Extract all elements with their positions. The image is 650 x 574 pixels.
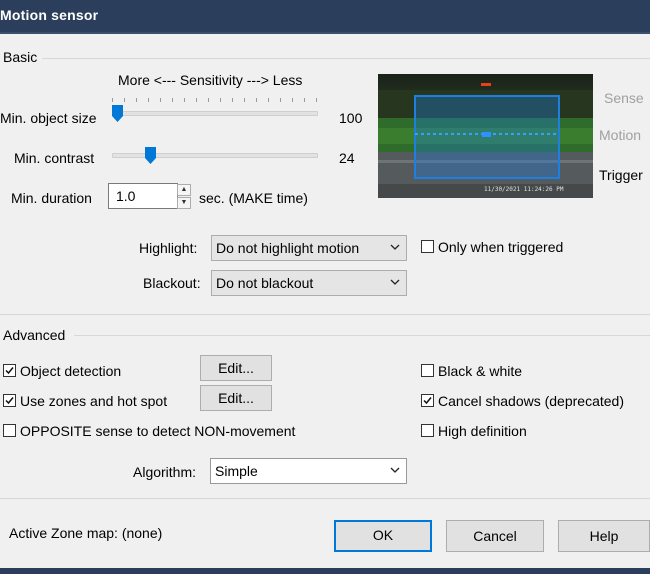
slider-thumb[interactable] [145, 147, 156, 164]
title-bar-border [0, 32, 650, 34]
basic-group-label: Basic [3, 49, 38, 65]
highlight-label: Highlight: [139, 240, 198, 256]
min-contrast-label: Min. contrast [14, 150, 95, 166]
slider-ticks [112, 98, 318, 102]
only-when-triggered-checkbox[interactable] [421, 240, 434, 253]
black-white-label: Black & white [438, 363, 523, 379]
advanced-group-label: Advanced [3, 327, 66, 343]
spin-up-button[interactable]: ▲ [177, 184, 191, 196]
use-zones-label: Use zones and hot spot [20, 393, 168, 409]
motion-indicator: Motion [599, 127, 642, 143]
blackout-value: Do not blackout [216, 275, 314, 291]
min-object-size-value: 100 [339, 110, 363, 126]
blackout-label: Blackout: [143, 275, 201, 291]
only-when-triggered-label: Only when triggered [438, 239, 564, 255]
use-zones-checkbox[interactable] [3, 394, 16, 407]
highlight-value: Do not highlight motion [216, 240, 360, 256]
cancel-shadows-label: Cancel shadows (deprecated) [438, 393, 624, 409]
min-duration-units: sec. (MAKE time) [199, 190, 308, 206]
high-definition-label: High definition [438, 423, 527, 439]
min-object-size-label: Min. object size [0, 110, 97, 126]
check-icon [5, 367, 14, 375]
min-contrast-value: 24 [339, 150, 355, 166]
chevron-down-icon [390, 279, 400, 285]
chevron-down-icon [390, 244, 400, 250]
sense-indicator: Sense [604, 90, 644, 106]
slider-thumb[interactable] [112, 105, 123, 122]
object-detection-label: Object detection [20, 363, 122, 379]
cancel-shadows-checkbox[interactable] [421, 394, 434, 407]
cancel-button[interactable]: Cancel [446, 520, 544, 552]
section-divider [0, 314, 650, 315]
min-duration-input[interactable]: 1.0 [108, 183, 178, 209]
active-zone-map-text: Active Zone map: (none) [9, 525, 163, 541]
algorithm-value: Simple [215, 463, 258, 479]
advanced-group-divider [74, 335, 650, 336]
window-title: Motion sensor [0, 7, 99, 23]
title-bar[interactable]: Motion sensor [0, 0, 650, 32]
min-duration-value: 1.0 [116, 188, 136, 204]
chevron-down-icon [390, 467, 400, 473]
use-zones-edit-button[interactable]: Edit... [200, 385, 272, 411]
highlight-select[interactable]: Do not highlight motion [211, 235, 407, 261]
object-detection-checkbox[interactable] [3, 364, 16, 377]
black-white-checkbox[interactable] [421, 364, 434, 377]
trigger-indicator: Trigger [599, 167, 643, 183]
footer-divider [0, 498, 650, 499]
window-bottom-border [0, 568, 650, 574]
opposite-sense-checkbox[interactable] [3, 424, 16, 437]
high-definition-checkbox[interactable] [421, 424, 434, 437]
preview-timestamp: 11/30/2021 11:24:26 PM [484, 186, 564, 193]
caret-up-icon: ▲ [180, 186, 188, 193]
sensitivity-caption: More <--- Sensitivity ---> Less [118, 72, 303, 88]
min-contrast-slider[interactable] [112, 136, 318, 168]
opposite-sense-label: OPPOSITE sense to detect NON-movement [20, 423, 296, 439]
slider-track [112, 153, 318, 158]
min-duration-label: Min. duration [11, 190, 92, 206]
ok-button[interactable]: OK [334, 520, 432, 552]
spin-down-button[interactable]: ▼ [177, 197, 191, 209]
camera-preview[interactable]: 11/30/2021 11:24:26 PM [378, 74, 593, 198]
check-icon [423, 397, 432, 405]
preview-image [378, 74, 593, 198]
help-button[interactable]: Help [558, 520, 650, 552]
check-icon [5, 397, 14, 405]
blackout-select[interactable]: Do not blackout [211, 270, 407, 296]
algorithm-select[interactable]: Simple [210, 458, 407, 484]
caret-down-icon: ▼ [180, 199, 188, 206]
min-object-size-slider[interactable] [112, 96, 318, 128]
algorithm-label: Algorithm: [133, 464, 197, 480]
basic-group-divider [42, 58, 650, 59]
object-detection-edit-button[interactable]: Edit... [200, 355, 272, 381]
slider-track [112, 111, 318, 116]
